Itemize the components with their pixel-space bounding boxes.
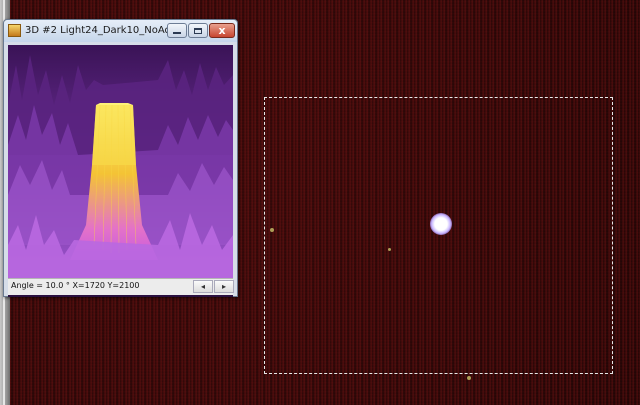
scroll-right-icon: ▸ [221, 282, 226, 291]
scroll-left-icon: ◂ [200, 282, 205, 291]
window-titlebar[interactable]: 3D #2 Light24_Dark10_NoAdjust... x [4, 20, 237, 42]
surface-plot-window[interactable]: 3D #2 Light24_Dark10_NoAdjust... x [3, 19, 238, 297]
close-button[interactable]: x [209, 23, 235, 38]
star-highlight [430, 213, 452, 235]
maximize-icon [194, 27, 202, 34]
star-speck [388, 248, 391, 251]
star-speck [467, 376, 471, 380]
surface-plot-3d[interactable] [8, 45, 233, 297]
minimize-icon [173, 32, 181, 34]
star-speck [270, 228, 274, 232]
app-icon [8, 24, 21, 37]
selection-rectangle[interactable] [264, 97, 613, 374]
maximize-button[interactable] [188, 23, 208, 38]
surface-plot-graphic [8, 45, 233, 278]
window-title: 3D #2 Light24_Dark10_NoAdjust... [25, 25, 170, 36]
status-bar: Angle = 10.0 ° X=1720 Y=2100 ◂ ▸ [8, 278, 234, 295]
scroll-left-button[interactable]: ◂ [193, 280, 213, 293]
scroll-right-button[interactable]: ▸ [214, 280, 234, 293]
status-readout: Angle = 10.0 ° X=1720 Y=2100 [11, 281, 140, 290]
minimize-button[interactable] [167, 23, 187, 38]
close-icon: x [218, 24, 226, 37]
